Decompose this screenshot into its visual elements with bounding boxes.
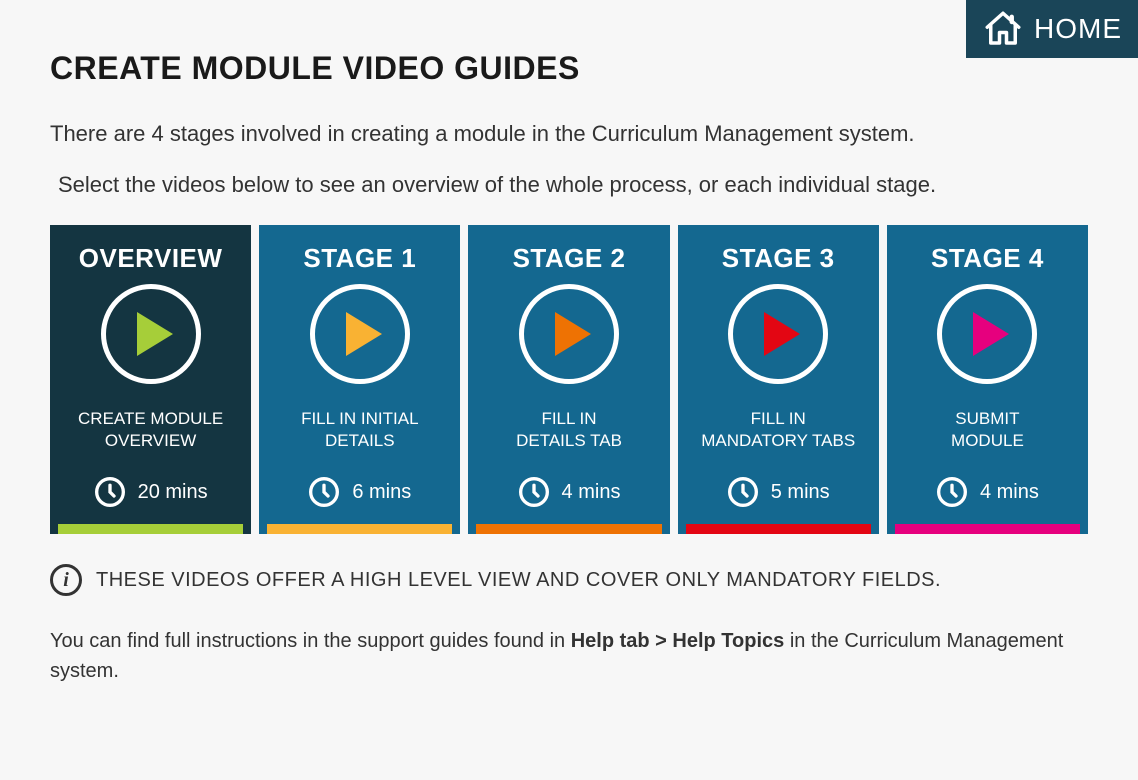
clock-icon <box>936 476 968 508</box>
card-description: CREATE MODULE OVERVIEW <box>74 408 227 452</box>
duration-text: 20 mins <box>138 481 208 504</box>
card-accent-bar <box>686 524 871 534</box>
footer-bold: Help tab > Help Topics <box>571 630 785 652</box>
footer-prefix: You can find full instructions in the su… <box>50 630 571 652</box>
info-icon: i <box>50 564 82 596</box>
info-text: THESE VIDEOS OFFER A HIGH LEVEL VIEW AND… <box>96 569 941 592</box>
home-label: HOME <box>1034 13 1122 45</box>
video-card-1[interactable]: STAGE 1 FILL IN INITIAL DETAILS 6 mins <box>259 225 460 534</box>
card-description: SUBMIT MODULE <box>947 408 1028 452</box>
card-accent-bar <box>895 524 1080 534</box>
clock-icon <box>308 476 340 508</box>
clock-icon <box>518 476 550 508</box>
card-duration: 5 mins <box>727 476 830 508</box>
card-title: STAGE 3 <box>722 243 835 274</box>
play-icon <box>519 284 619 384</box>
clock-icon <box>94 476 126 508</box>
card-accent-bar <box>58 524 243 534</box>
card-title: OVERVIEW <box>79 243 223 274</box>
card-accent-bar <box>267 524 452 534</box>
card-duration: 4 mins <box>518 476 621 508</box>
card-description: FILL IN INITIAL DETAILS <box>297 408 422 452</box>
footer-text: You can find full instructions in the su… <box>50 626 1088 686</box>
intro-line-1: There are 4 stages involved in creating … <box>50 117 1088 150</box>
clock-icon <box>727 476 759 508</box>
duration-text: 4 mins <box>562 481 621 504</box>
card-description: FILL IN DETAILS TAB <box>512 408 626 452</box>
card-title: STAGE 1 <box>303 243 416 274</box>
intro-line-2: Select the videos below to see an overvi… <box>58 168 1088 201</box>
page-title: CREATE MODULE VIDEO GUIDES <box>50 50 1088 87</box>
card-duration: 20 mins <box>94 476 208 508</box>
video-card-3[interactable]: STAGE 3 FILL IN MANDATORY TABS 5 mins <box>678 225 879 534</box>
video-card-4[interactable]: STAGE 4 SUBMIT MODULE 4 mins <box>887 225 1088 534</box>
card-duration: 4 mins <box>936 476 1039 508</box>
video-card-2[interactable]: STAGE 2 FILL IN DETAILS TAB 4 mins <box>468 225 669 534</box>
play-icon <box>310 284 410 384</box>
home-icon <box>982 8 1024 50</box>
duration-text: 6 mins <box>352 481 411 504</box>
card-description: FILL IN MANDATORY TABS <box>697 408 859 452</box>
video-card-0[interactable]: OVERVIEW CREATE MODULE OVERVIEW 20 mins <box>50 225 251 534</box>
video-cards-row: OVERVIEW CREATE MODULE OVERVIEW 20 mins STA… <box>50 225 1088 534</box>
play-icon <box>937 284 1037 384</box>
duration-text: 4 mins <box>980 481 1039 504</box>
home-button[interactable]: HOME <box>966 0 1138 58</box>
play-icon <box>728 284 828 384</box>
play-icon <box>101 284 201 384</box>
card-title: STAGE 4 <box>931 243 1044 274</box>
card-duration: 6 mins <box>308 476 411 508</box>
card-title: STAGE 2 <box>513 243 626 274</box>
info-row: i THESE VIDEOS OFFER A HIGH LEVEL VIEW A… <box>50 564 1088 596</box>
duration-text: 5 mins <box>771 481 830 504</box>
card-accent-bar <box>476 524 661 534</box>
